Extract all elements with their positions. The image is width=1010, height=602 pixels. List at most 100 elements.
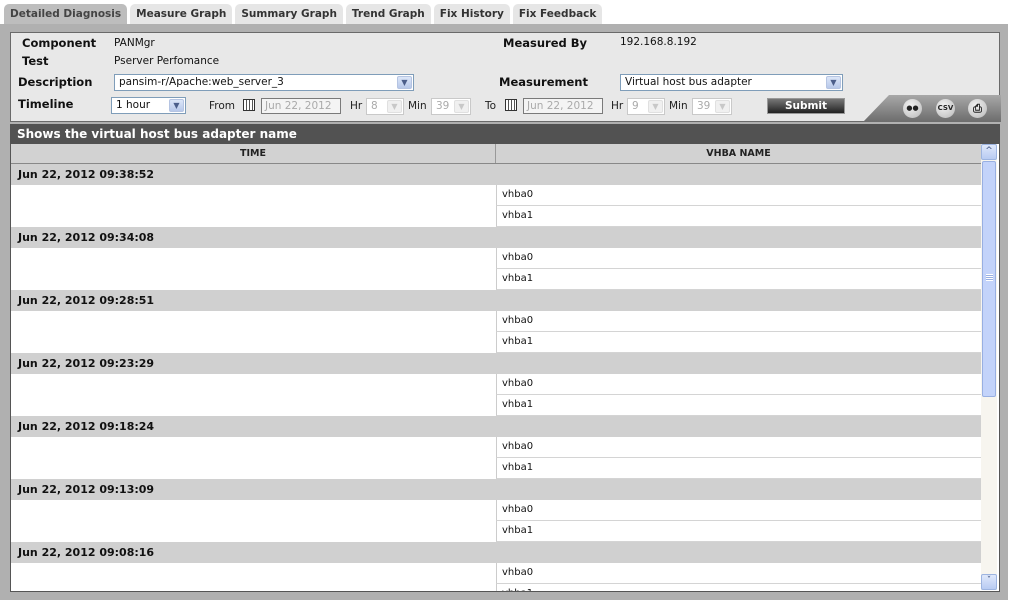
time-cell <box>11 563 496 584</box>
component-value: PANMgr <box>114 37 155 49</box>
timeline-value: 1 hour <box>116 99 151 111</box>
vhba-name-cell: vhba1 <box>496 584 981 591</box>
vhba-name-cell: vhba1 <box>496 206 981 227</box>
scroll-down-icon[interactable]: ˇ <box>981 574 997 590</box>
vhba-name-cell: vhba0 <box>496 248 981 269</box>
to-label: To <box>485 100 497 112</box>
vhba-name-cell: vhba1 <box>496 458 981 479</box>
vertical-scrollbar[interactable]: ^ ˇ <box>981 144 997 590</box>
time-cell <box>11 584 496 591</box>
grip-icon <box>986 274 993 281</box>
from-hr-label: Hr <box>350 100 363 112</box>
table-row: vhba0 <box>11 437 981 458</box>
from-min-label: Min <box>408 100 427 112</box>
time-cell <box>11 500 496 521</box>
table-group-row: Jun 22, 2012 09:08:16 <box>11 542 981 563</box>
csv-icon[interactable]: CSV <box>936 99 955 118</box>
tab-trend-graph[interactable]: Trend Graph <box>345 4 431 25</box>
tab-fix-feedback[interactable]: Fix Feedback <box>512 4 603 25</box>
submit-button[interactable]: Submit <box>767 98 845 114</box>
test-value: Pserver Perfomance <box>114 55 220 67</box>
filter-panel: Component PANMgr Test Pserver Perfomance… <box>10 32 1001 122</box>
time-cell <box>11 332 496 353</box>
chevron-down-icon: ▼ <box>715 100 730 113</box>
binoculars-icon[interactable]: ●● <box>903 99 922 118</box>
from-min-select[interactable]: 39 ▼ <box>431 98 471 115</box>
component-label: Component <box>22 36 97 50</box>
vhba-name-cell: vhba0 <box>496 374 981 395</box>
table-caption: Shows the virtual host bus adapter name <box>10 124 1000 144</box>
time-cell <box>11 269 496 290</box>
vhba-name-cell: vhba1 <box>496 332 981 353</box>
column-header-vhba-name[interactable]: VHBA NAME <box>496 144 981 163</box>
table-row: vhba1 <box>11 269 981 290</box>
time-cell <box>11 185 496 206</box>
chevron-down-icon: ▼ <box>826 76 841 89</box>
export-toolbar: ●● CSV ⎙ <box>863 95 1001 122</box>
timeline-select[interactable]: 1 hour ▼ <box>111 97 186 114</box>
from-hr-select[interactable]: 8 ▼ <box>366 98 404 115</box>
vhba-name-cell: vhba1 <box>496 395 981 416</box>
scrollbar-thumb[interactable] <box>982 161 996 397</box>
table-row: vhba0 <box>11 248 981 269</box>
table-row: vhba1 <box>11 395 981 416</box>
time-cell <box>11 248 496 269</box>
tab-summary-graph[interactable]: Summary Graph <box>235 4 343 25</box>
table-group-row: Jun 22, 2012 09:38:52 <box>11 164 981 185</box>
table-row: vhba0 <box>11 374 981 395</box>
vhba-name-cell: vhba0 <box>496 185 981 206</box>
time-cell <box>11 437 496 458</box>
calendar-icon[interactable] <box>505 99 517 111</box>
from-label: From <box>209 100 236 112</box>
measurement-value: Virtual host bus adapter <box>625 76 752 88</box>
vhba-name-cell: vhba0 <box>496 563 981 584</box>
to-hr-select[interactable]: 9 ▼ <box>627 98 665 115</box>
print-icon[interactable]: ⎙ <box>968 99 987 118</box>
table-row: vhba0 <box>11 500 981 521</box>
table-row: vhba1 <box>11 458 981 479</box>
vhba-name-cell: vhba0 <box>496 311 981 332</box>
data-table: TIME VHBA NAME Jun 22, 2012 09:38:52 vhba… <box>10 144 1000 592</box>
from-date-input[interactable]: Jun 22, 2012 <box>261 98 341 114</box>
to-min-select[interactable]: 39 ▼ <box>692 98 732 115</box>
chevron-down-icon: ▼ <box>454 100 469 113</box>
description-select[interactable]: pansim-r/Apache:web_server_3 ▼ <box>114 74 414 91</box>
time-cell <box>11 206 496 227</box>
to-hr-label: Hr <box>611 100 624 112</box>
tab-detailed-diagnosis[interactable]: Detailed Diagnosis <box>4 4 128 25</box>
scroll-up-icon[interactable]: ^ <box>981 144 997 160</box>
to-min-value: 39 <box>697 100 711 112</box>
description-value: pansim-r/Apache:web_server_3 <box>119 76 284 88</box>
time-cell <box>11 521 496 542</box>
test-label: Test <box>22 54 49 68</box>
table-group-row: Jun 22, 2012 09:23:29 <box>11 353 981 374</box>
measurement-label: Measurement <box>499 75 588 89</box>
table-row: vhba1 <box>11 206 981 227</box>
to-hr-value: 9 <box>632 100 639 112</box>
time-cell <box>11 374 496 395</box>
chevron-down-icon: ▼ <box>397 76 412 89</box>
measured-by-value: 192.168.8.192 <box>620 36 697 48</box>
tab-bar: Detailed Diagnosis Measure Graph Summary… <box>4 4 603 25</box>
tab-fix-history[interactable]: Fix History <box>433 4 510 25</box>
time-cell <box>11 311 496 332</box>
vhba-name-cell: vhba1 <box>496 269 981 290</box>
vhba-name-cell: vhba1 <box>496 521 981 542</box>
table-group-row: Jun 22, 2012 09:34:08 <box>11 227 981 248</box>
measurement-select[interactable]: Virtual host bus adapter ▼ <box>620 74 843 91</box>
tab-measure-graph[interactable]: Measure Graph <box>130 4 233 25</box>
calendar-icon[interactable] <box>243 99 255 111</box>
table-group-row: Jun 22, 2012 09:28:51 <box>11 290 981 311</box>
to-date-input[interactable]: Jun 22, 2012 <box>523 98 603 114</box>
table-header: TIME VHBA NAME <box>11 144 981 164</box>
table-row: vhba0 <box>11 563 981 584</box>
from-hr-value: 8 <box>371 100 378 112</box>
content-frame: Component PANMgr Test Pserver Perfomance… <box>0 24 1008 600</box>
table-group-row: Jun 22, 2012 09:13:09 <box>11 479 981 500</box>
from-min-value: 39 <box>436 100 450 112</box>
chevron-down-icon: ▼ <box>387 100 402 113</box>
time-cell <box>11 395 496 416</box>
time-cell <box>11 458 496 479</box>
column-header-time[interactable]: TIME <box>11 144 496 163</box>
table-row: vhba0 <box>11 185 981 206</box>
